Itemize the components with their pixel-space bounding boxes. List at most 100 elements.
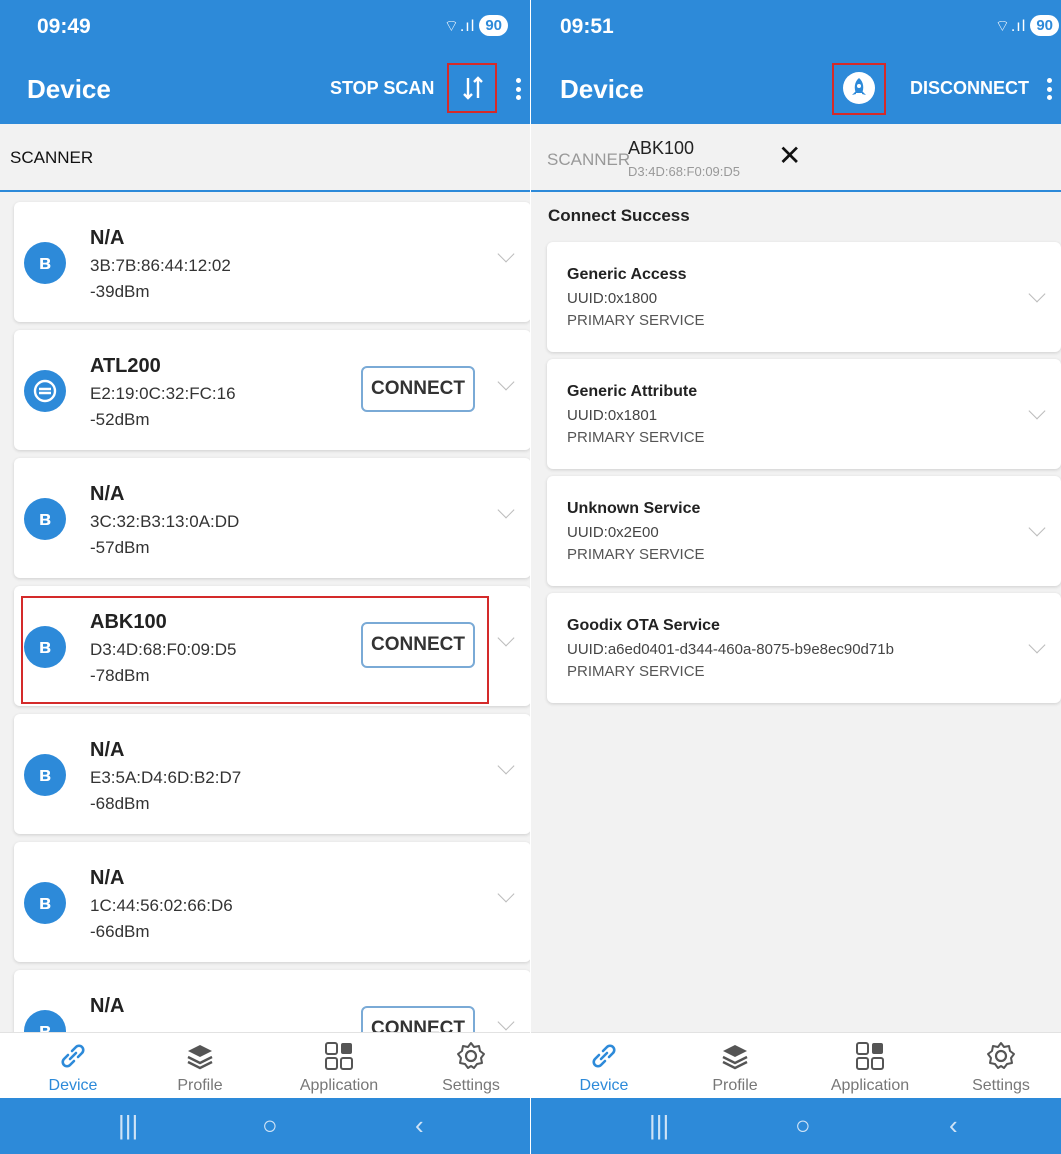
home-icon[interactable]: ○ bbox=[795, 1110, 811, 1141]
bluetooth-icon: ʙ bbox=[24, 1010, 66, 1032]
device-list[interactable]: ʙ N/A 3B:7B:86:44:12:02 -39dBm ATL200 E2… bbox=[0, 192, 530, 1032]
disconnect-button[interactable]: DISCONNECT bbox=[910, 78, 1029, 99]
back-icon[interactable]: ‹ bbox=[415, 1110, 424, 1141]
chevron-down-icon[interactable] bbox=[497, 629, 515, 647]
chevron-down-icon[interactable] bbox=[497, 245, 515, 263]
gear-icon bbox=[987, 1042, 1015, 1069]
service-uuid: UUID:0x2E00 bbox=[567, 524, 659, 541]
status-bar: 09:51 ⌔.ıl 90 bbox=[531, 0, 1061, 56]
status-time: 09:51 bbox=[560, 15, 614, 38]
gear-icon bbox=[457, 1042, 485, 1069]
bluetooth-icon: ʙ bbox=[24, 498, 66, 540]
layers-icon bbox=[187, 1045, 213, 1070]
device-card[interactable]: ʙ N/A 3B:7B:86:44:12:02 -39dBm bbox=[14, 202, 530, 322]
right-phone-screen: 09:51 ⌔.ıl 90 Device DISCONNECT SCANNER … bbox=[531, 0, 1061, 1154]
connect-status: Connect Success bbox=[548, 206, 690, 225]
device-card[interactable]: ʙ N/A 3C:32:B3:13:0A:DD -57dBm bbox=[14, 458, 530, 578]
rocket-icon[interactable] bbox=[843, 72, 875, 104]
device-card[interactable]: ʙ N/A E3:5A:D4:6D:B2:D7 -68dBm bbox=[14, 714, 530, 834]
layers-icon bbox=[722, 1045, 748, 1070]
device-mac: 3C:32:B3:13:0A:DD bbox=[90, 512, 240, 531]
nav-label: Application bbox=[830, 1077, 910, 1094]
tab-device-name[interactable]: ABK100 bbox=[628, 138, 694, 159]
chevron-down-icon[interactable] bbox=[1028, 285, 1046, 303]
nav-label: Device bbox=[579, 1077, 629, 1094]
service-card[interactable]: Unknown Service UUID:0x2E00 PRIMARY SERV… bbox=[547, 476, 1061, 586]
overflow-menu-icon[interactable] bbox=[511, 74, 525, 104]
device-card[interactable]: ATL200 E2:19:0C:32:FC:16 -52dBm CONNECT bbox=[14, 330, 530, 450]
nav-label: Profile bbox=[177, 1077, 223, 1094]
nav-device[interactable]: Device bbox=[544, 1033, 664, 1099]
device-mac: 3B:7B:86:44:12:02 bbox=[90, 256, 231, 275]
bluetooth-icon: ʙ bbox=[24, 242, 66, 284]
device-name: N/A bbox=[90, 995, 125, 1017]
service-card[interactable]: Goodix OTA Service UUID:a6ed0401-d344-46… bbox=[547, 593, 1061, 703]
nav-application[interactable]: Application bbox=[279, 1033, 399, 1099]
tab-bar: SCANNER ABK100 D3:4D:68:F0:09:D5 ✕ bbox=[531, 124, 1061, 192]
chevron-down-icon[interactable] bbox=[497, 757, 515, 775]
chevron-down-icon[interactable] bbox=[497, 501, 515, 519]
device-rssi: -66dBm bbox=[90, 922, 150, 941]
sort-icon[interactable] bbox=[460, 74, 486, 102]
nav-label: Device bbox=[48, 1077, 98, 1094]
tab-scanner[interactable]: SCANNER bbox=[10, 148, 93, 168]
chevron-down-icon[interactable] bbox=[1028, 636, 1046, 654]
bottom-navigation: Device Profile Application Settings bbox=[531, 1032, 1061, 1098]
nav-label: Settings bbox=[972, 1077, 1030, 1094]
device-mac: 1C:44:56:02:66:D6 bbox=[90, 896, 233, 915]
nav-application[interactable]: Application bbox=[810, 1033, 930, 1099]
apps-grid-icon bbox=[325, 1042, 353, 1070]
service-list: Connect Success Generic Access UUID:0x18… bbox=[531, 192, 1061, 1032]
service-name: Goodix OTA Service bbox=[567, 617, 720, 634]
stop-scan-button[interactable]: STOP SCAN bbox=[330, 78, 434, 99]
chevron-down-icon[interactable] bbox=[497, 373, 515, 391]
service-uuid: UUID:0x1800 bbox=[567, 290, 658, 307]
device-brand-icon bbox=[24, 370, 66, 412]
service-type: PRIMARY SERVICE bbox=[567, 546, 705, 563]
battery-level: 90 bbox=[479, 15, 508, 36]
nav-label: Application bbox=[299, 1077, 379, 1094]
service-name: Generic Attribute bbox=[567, 383, 698, 400]
device-card[interactable]: ʙ N/A CONNECT bbox=[14, 970, 530, 1032]
device-rssi: -68dBm bbox=[90, 794, 150, 813]
connect-button[interactable]: CONNECT bbox=[361, 1006, 475, 1032]
chevron-down-icon[interactable] bbox=[497, 1013, 515, 1031]
chevron-down-icon[interactable] bbox=[1028, 402, 1046, 420]
service-card[interactable]: Generic Access UUID:0x1800 PRIMARY SERVI… bbox=[547, 242, 1061, 352]
device-highlight-box bbox=[21, 596, 489, 704]
recent-apps-icon[interactable]: ||| bbox=[649, 1110, 669, 1141]
app-bar: Device DISCONNECT bbox=[531, 56, 1061, 124]
service-type: PRIMARY SERVICE bbox=[567, 429, 705, 446]
nav-profile[interactable]: Profile bbox=[675, 1033, 795, 1099]
overflow-menu-icon[interactable] bbox=[1042, 74, 1056, 104]
system-navigation-bar: ||| ○ ‹ bbox=[0, 1098, 530, 1154]
status-indicators: ⌔.ıl 90 bbox=[444, 15, 508, 36]
tab-scanner[interactable]: SCANNER bbox=[547, 150, 630, 170]
chevron-down-icon[interactable] bbox=[497, 885, 515, 903]
service-type: PRIMARY SERVICE bbox=[567, 663, 705, 680]
service-name: Unknown Service bbox=[567, 500, 701, 517]
nav-device[interactable]: Device bbox=[13, 1033, 133, 1099]
back-icon[interactable]: ‹ bbox=[949, 1110, 958, 1141]
recent-apps-icon[interactable]: ||| bbox=[118, 1110, 138, 1141]
device-name: ATL200 bbox=[90, 355, 161, 377]
connect-button[interactable]: CONNECT bbox=[361, 366, 475, 412]
chevron-down-icon[interactable] bbox=[1028, 519, 1046, 537]
device-rssi: -52dBm bbox=[90, 410, 150, 429]
nav-settings[interactable]: Settings bbox=[941, 1033, 1061, 1099]
home-icon[interactable]: ○ bbox=[262, 1110, 278, 1141]
device-rssi: -57dBm bbox=[90, 538, 150, 557]
device-mac: E2:19:0C:32:FC:16 bbox=[90, 384, 236, 403]
nav-label: Profile bbox=[712, 1077, 758, 1094]
nav-profile[interactable]: Profile bbox=[140, 1033, 260, 1099]
device-card[interactable]: ʙ N/A 1C:44:56:02:66:D6 -66dBm bbox=[14, 842, 530, 962]
close-icon[interactable]: ✕ bbox=[778, 142, 801, 170]
signal-icon: ⌔.ıl bbox=[994, 17, 1027, 35]
nav-label: Settings bbox=[442, 1077, 500, 1094]
nav-settings[interactable]: Settings bbox=[411, 1033, 530, 1099]
service-card[interactable]: Generic Attribute UUID:0x1801 PRIMARY SE… bbox=[547, 359, 1061, 469]
bluetooth-icon: ʙ bbox=[24, 754, 66, 796]
page-title: Device bbox=[560, 74, 644, 104]
system-navigation-bar: ||| ○ ‹ bbox=[531, 1098, 1061, 1154]
service-type: PRIMARY SERVICE bbox=[567, 312, 705, 329]
